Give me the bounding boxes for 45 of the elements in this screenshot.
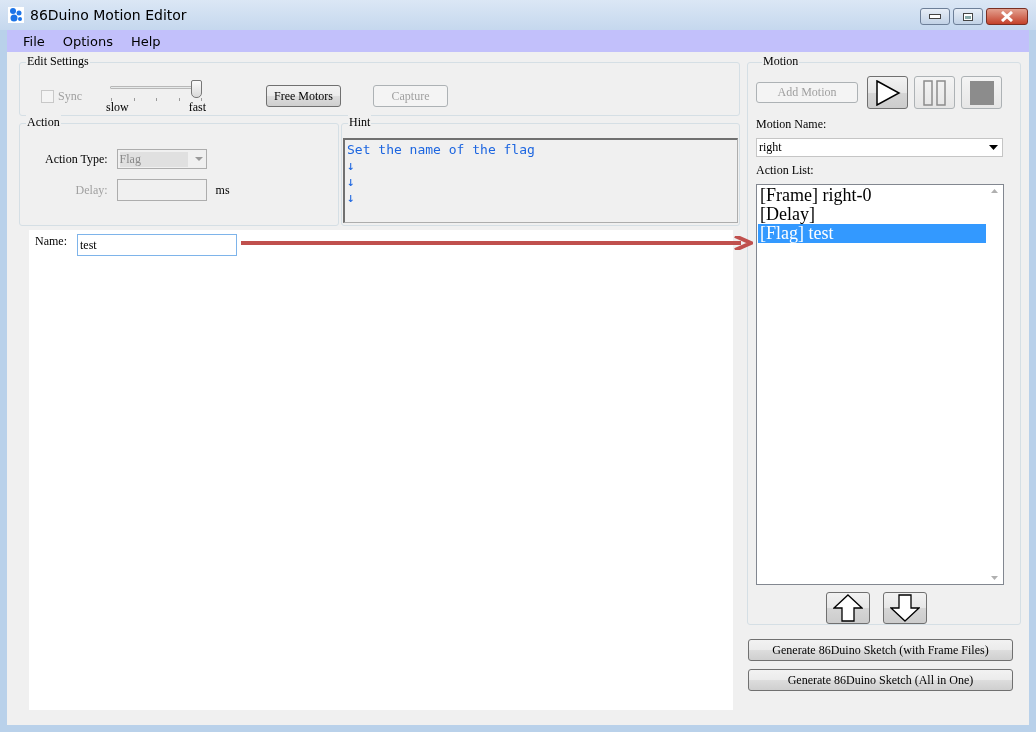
scroll-up-icon[interactable]: [991, 189, 998, 193]
field-label: Delay:: [74, 182, 108, 198]
pause-icon: [921, 79, 948, 106]
hint-line: ↓: [347, 190, 356, 206]
group-label: Edit Settings: [26, 54, 90, 69]
slider-label: fast: [188, 100, 206, 113]
maximize-button[interactable]: [953, 8, 983, 25]
hint-line: Set the name of the flag: [347, 142, 536, 158]
list-item[interactable]: [Delay]: [758, 205, 986, 224]
close-icon: [1000, 11, 1014, 22]
checkbox-label: Sync: [58, 88, 82, 104]
generate-button[interactable]: Generate 86Duino Sketch (All in One): [748, 669, 1013, 691]
move-up-button[interactable]: [825, 592, 870, 624]
maximize-icon: [963, 12, 973, 21]
toolbar-button[interactable]: Free Motors: [266, 85, 341, 107]
play-icon: [874, 79, 901, 106]
menu-item[interactable]: File: [14, 33, 54, 49]
minimize-icon: [929, 14, 941, 19]
motion-name-dropdown[interactable]: right: [756, 138, 1003, 157]
dropdown-arrow-icon: [194, 157, 203, 161]
hint-line: ↓: [347, 158, 356, 174]
menu-item[interactable]: Help: [121, 33, 170, 49]
field-label: Action Type:: [45, 151, 108, 167]
slider-thumb[interactable]: [191, 79, 202, 98]
menu-item[interactable]: Options: [53, 33, 122, 49]
close-button[interactable]: [986, 8, 1028, 25]
unit-label: ms: [215, 182, 230, 198]
scroll-down-icon[interactable]: [991, 576, 998, 580]
minimize-button[interactable]: [920, 8, 950, 25]
window-title: 86Duino Motion Editor: [30, 7, 187, 23]
hint-line: ↓: [347, 174, 356, 190]
down-arrow-icon: [889, 594, 920, 622]
app-logo-icon: [8, 7, 24, 23]
slider-label: slow: [106, 100, 129, 113]
list-item[interactable]: [Frame] right-0: [758, 186, 986, 205]
up-arrow-icon: [832, 594, 863, 622]
dropdown-arrow-icon: [989, 145, 998, 150]
generate-button[interactable]: Generate 86Duino Sketch (with Frame Files): [748, 639, 1013, 661]
name-field[interactable]: test: [77, 234, 237, 256]
move-down-button[interactable]: [882, 592, 927, 624]
field-label: Action List:: [756, 163, 815, 178]
field-label: Motion Name:: [756, 117, 828, 132]
play-button[interactable]: [867, 76, 908, 109]
field-label: Name:: [35, 234, 67, 249]
stop-icon: [969, 80, 994, 105]
